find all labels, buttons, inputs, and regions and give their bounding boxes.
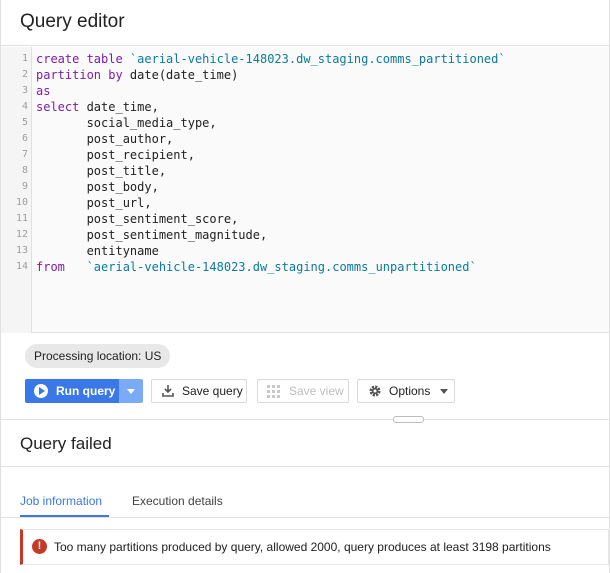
code-line[interactable]: 1 create table `aerial-vehicle-148023.dw_… bbox=[1, 51, 601, 67]
save-query-label: Save query bbox=[182, 384, 243, 398]
code-text: post_author, bbox=[36, 131, 174, 147]
code-text: from `aerial-vehicle-148023.dw_staging.c… bbox=[36, 259, 477, 275]
tab-job-information[interactable]: Job information bbox=[20, 494, 102, 508]
line-number: 8 bbox=[21, 165, 28, 176]
sql-keyword: partition by bbox=[36, 68, 130, 82]
grid-icon bbox=[267, 385, 280, 398]
sql-keyword: create table bbox=[36, 52, 130, 66]
section-divider bbox=[1, 419, 609, 420]
code-text: post_body, bbox=[36, 179, 159, 195]
run-query-dropdown[interactable] bbox=[119, 379, 143, 403]
sql-token: post_author, bbox=[36, 132, 174, 146]
code-line[interactable]: 3 as bbox=[1, 83, 601, 99]
code-line[interactable]: 12 post_sentiment_magnitude, bbox=[1, 227, 601, 243]
line-number: 9 bbox=[21, 181, 28, 192]
sql-token: social_media_type, bbox=[36, 116, 217, 130]
sql-token: post_body, bbox=[36, 180, 159, 194]
line-number: 4 bbox=[21, 101, 28, 112]
sql-keyword: from bbox=[36, 260, 87, 274]
code-text: entityname bbox=[36, 243, 159, 259]
error-message: Too many partitions produced by query, a… bbox=[54, 540, 551, 554]
run-query-button[interactable]: Run query bbox=[25, 379, 119, 403]
sql-token: post_recipient, bbox=[36, 148, 195, 162]
sql-code-editor[interactable]: 1 create table `aerial-vehicle-148023.dw_… bbox=[1, 47, 609, 333]
code-line[interactable]: 6 post_author, bbox=[1, 131, 601, 147]
code-text: post_url, bbox=[36, 195, 152, 211]
error-message-box: ! Too many partitions produced by query,… bbox=[20, 529, 609, 565]
code-line[interactable]: 2 partition by date(date_time) bbox=[1, 67, 601, 83]
code-text: as bbox=[36, 83, 50, 99]
code-text: post_title, bbox=[36, 163, 166, 179]
save-view-label: Save view bbox=[289, 384, 344, 398]
editor-header: Query editor bbox=[1, 0, 609, 46]
code-line[interactable]: 11 post_sentiment_score, bbox=[1, 211, 601, 227]
line-number: 3 bbox=[21, 85, 28, 96]
line-number: 7 bbox=[21, 149, 28, 160]
code-line[interactable]: 5 social_media_type, bbox=[1, 115, 601, 131]
save-view-button[interactable]: Save view bbox=[257, 379, 349, 403]
sql-keyword: as bbox=[36, 84, 51, 98]
code-text: create table `aerial-vehicle-148023.dw_s… bbox=[36, 51, 506, 67]
line-number: 5 bbox=[21, 117, 28, 128]
error-icon: ! bbox=[32, 539, 47, 554]
sql-token: post_sentiment_score, bbox=[36, 212, 239, 226]
line-number: 1 bbox=[21, 53, 28, 64]
line-number: 10 bbox=[15, 197, 28, 208]
play-icon bbox=[34, 384, 48, 398]
gear-icon bbox=[369, 385, 381, 397]
tabs-divider bbox=[1, 517, 609, 518]
save-query-button[interactable]: Save query bbox=[151, 379, 247, 403]
line-number: 11 bbox=[15, 213, 28, 224]
code-text: partition by date(date_time) bbox=[36, 67, 238, 83]
result-status-title: Query failed bbox=[20, 434, 112, 453]
processing-location-chip[interactable]: Processing location: US bbox=[25, 344, 171, 368]
code-line[interactable]: 14 from `aerial-vehicle-148023.dw_staging… bbox=[1, 259, 601, 275]
tab-execution-details[interactable]: Execution details bbox=[132, 494, 223, 508]
code-line[interactable]: 9 post_body, bbox=[1, 179, 601, 195]
sql-identifier: `aerial-vehicle-148023.dw_staging.comms_… bbox=[86, 260, 477, 274]
options-label: Options bbox=[389, 384, 431, 398]
line-number: 2 bbox=[21, 69, 28, 80]
line-number: 13 bbox=[15, 245, 28, 256]
run-query-label: Run query bbox=[56, 384, 116, 398]
code-line[interactable]: 7 post_recipient, bbox=[1, 147, 601, 163]
sql-keyword: select bbox=[36, 100, 87, 114]
download-icon bbox=[162, 385, 174, 397]
code-line[interactable]: 4 select date_time, bbox=[1, 99, 601, 115]
sql-token: post_url, bbox=[36, 196, 152, 210]
line-number: 14 bbox=[15, 261, 28, 272]
line-number: 12 bbox=[15, 229, 28, 240]
query-editor-panel: Query editor 1 create table `aerial-vehic… bbox=[0, 0, 610, 573]
chevron-down-icon bbox=[440, 389, 448, 394]
page-title: Query editor bbox=[20, 11, 125, 32]
code-text: post_sentiment_score, bbox=[36, 211, 239, 227]
line-number: 6 bbox=[21, 133, 28, 144]
sql-token: post_sentiment_magnitude, bbox=[36, 228, 268, 242]
sql-token: post_title, bbox=[36, 164, 167, 178]
sql-identifier: `aerial-vehicle-148023.dw_staging.comms_… bbox=[129, 52, 506, 66]
resize-handle[interactable] bbox=[393, 416, 424, 423]
options-button[interactable]: Options bbox=[357, 379, 455, 403]
sql-token: date(date_time) bbox=[129, 68, 239, 82]
code-text: select date_time, bbox=[36, 99, 159, 115]
code-text: post_recipient, bbox=[36, 147, 195, 163]
code-text: post_sentiment_magnitude, bbox=[36, 227, 268, 243]
code-text: social_media_type, bbox=[36, 115, 217, 131]
result-divider bbox=[1, 466, 609, 467]
code-line[interactable]: 10 post_url, bbox=[1, 195, 601, 211]
sql-token: entityname bbox=[36, 244, 159, 258]
sql-token: date_time, bbox=[86, 100, 159, 114]
code-line[interactable]: 13 entityname bbox=[1, 243, 601, 259]
code-line[interactable]: 8 post_title, bbox=[1, 163, 601, 179]
